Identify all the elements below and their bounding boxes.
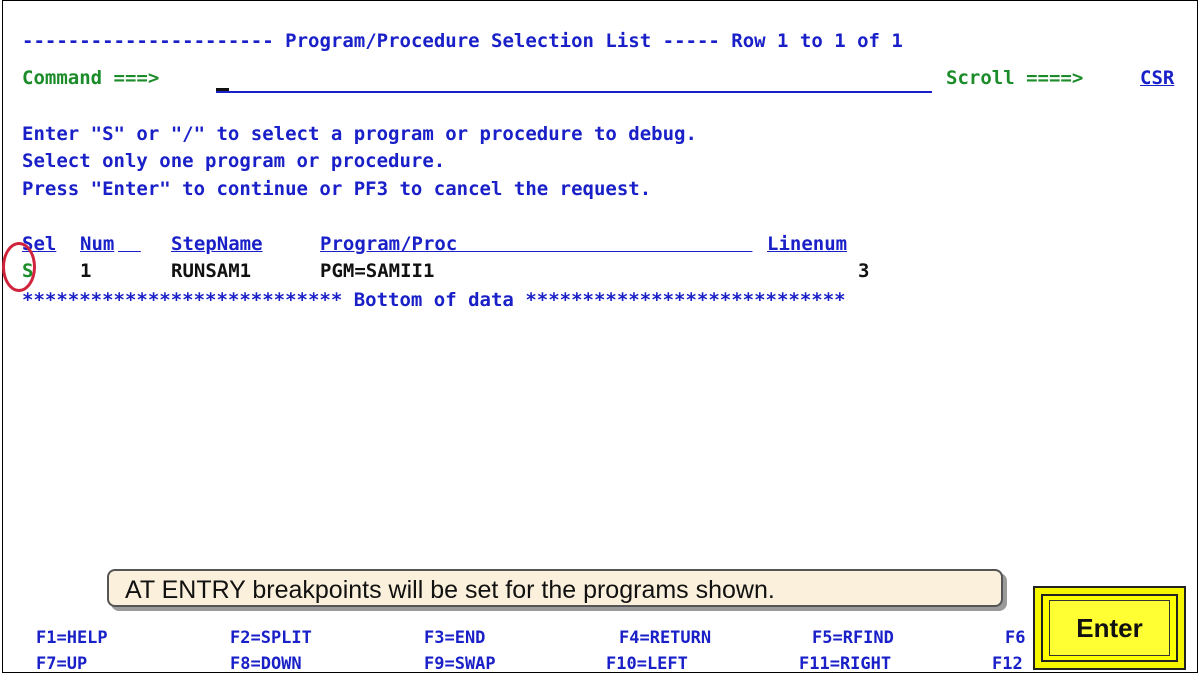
row-linenum: 3 <box>858 260 870 282</box>
fkey-f12[interactable]: F12 <box>992 654 1023 674</box>
fkey-swap[interactable]: F9=SWAP <box>424 654 496 674</box>
bottom-of-data: **************************** Bottom of d… <box>22 289 846 311</box>
col-header-program: Program/Proc <box>320 233 458 255</box>
title-line: ---------------------- Program/Procedure… <box>22 5 903 53</box>
selection-highlight-circle <box>2 242 36 292</box>
instruction-line-3: Press "Enter" to continue or PF3 to canc… <box>22 178 652 200</box>
scroll-label: Scroll ====> <box>946 67 1084 89</box>
col-header-num: Num <box>80 233 115 255</box>
instruction-line-2: Select only one program or procedure. <box>22 150 446 172</box>
panel-title: Program/Procedure Selection List <box>285 30 652 52</box>
text-cursor <box>216 88 229 91</box>
fkey-left[interactable]: F10=LEFT <box>606 654 688 674</box>
col-header-program-underline <box>455 232 752 256</box>
fkey-down[interactable]: F8=DOWN <box>230 654 302 674</box>
col-header-linenum: Linenum <box>767 233 848 255</box>
fkey-up[interactable]: F7=UP <box>36 654 87 674</box>
fkey-help[interactable]: F1=HELP <box>36 628 108 648</box>
fkey-f6[interactable]: F6 <box>1005 628 1025 648</box>
col-header-num-underline <box>118 232 141 256</box>
fkey-right[interactable]: F11=RIGHT <box>799 654 891 674</box>
instruction-line-1: Enter "S" or "/" to select a program or … <box>22 123 697 145</box>
fkey-rfind[interactable]: F5=RFIND <box>812 628 894 648</box>
row-num: 1 <box>80 260 92 282</box>
fkey-end[interactable]: F3=END <box>424 628 485 648</box>
scroll-field[interactable]: CSR <box>1140 66 1174 90</box>
title-separator: ----- <box>662 30 720 52</box>
callout-note: AT ENTRY breakpoints will be set for the… <box>107 569 1003 607</box>
col-header-stepname: StepName <box>171 233 263 255</box>
row-stepname: RUNSAM1 <box>171 260 252 282</box>
row-program: PGM=SAMII1 <box>320 260 435 282</box>
enter-key-button[interactable]: Enter <box>1033 586 1186 670</box>
row-info: Row 1 to 1 of 1 <box>731 30 903 52</box>
command-label: Command ===> <box>22 67 160 89</box>
fkey-split[interactable]: F2=SPLIT <box>230 628 312 648</box>
title-prefix: ---------------------- <box>22 30 274 52</box>
enter-key-label: Enter <box>1049 600 1170 656</box>
command-input[interactable] <box>216 91 932 93</box>
fkey-return[interactable]: F4=RETURN <box>619 628 711 648</box>
